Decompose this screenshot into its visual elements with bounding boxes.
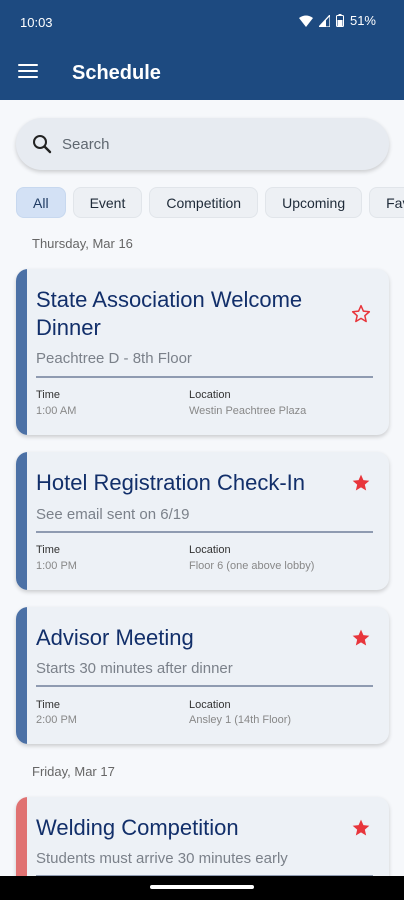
page-title: Schedule	[72, 62, 161, 84]
status-bar: 10:03 51%	[0, 0, 404, 44]
menu-button[interactable]	[16, 60, 40, 84]
star-filled-icon[interactable]	[351, 473, 371, 493]
divider	[36, 685, 373, 687]
search-input[interactable]	[62, 130, 362, 158]
search-bar[interactable]	[16, 118, 389, 170]
status-icons: 51%	[298, 13, 376, 28]
event-card[interactable]: Hotel Registration Check-In See email se…	[16, 452, 389, 590]
status-time: 10:03	[20, 15, 53, 30]
location-value: Ansley 1 (14th Floor)	[189, 714, 292, 726]
event-subtitle: See email sent on 6/19	[36, 506, 190, 523]
chip-event[interactable]: Event	[72, 187, 143, 218]
card-accent	[16, 269, 27, 435]
chip-favorites[interactable]: Favorites	[369, 187, 404, 218]
date-header: Thursday, Mar 16	[32, 236, 133, 251]
location-label: Location	[189, 544, 231, 556]
location-value: Westin Peachtree Plaza	[189, 405, 307, 417]
divider	[36, 376, 373, 378]
event-title: Advisor Meeting	[36, 625, 194, 650]
star-filled-icon[interactable]	[351, 628, 371, 648]
date-header: Friday, Mar 17	[32, 764, 115, 779]
home-handle[interactable]	[150, 885, 254, 889]
event-subtitle: Students must arrive 30 minutes early	[36, 850, 288, 867]
chip-all[interactable]: All	[16, 187, 66, 218]
time-value: 1:00 AM	[36, 405, 77, 417]
event-subtitle: Peachtree D - 8th Floor	[36, 350, 192, 367]
time-label: Time	[36, 699, 61, 711]
location-value: Floor 6 (one above lobby)	[189, 560, 315, 572]
event-title: Hotel Registration Check-In	[36, 470, 306, 495]
search-icon	[33, 135, 52, 154]
event-subtitle: Starts 30 minutes after dinner	[36, 660, 233, 677]
card-accent	[16, 607, 27, 744]
app-bar: Schedule	[0, 44, 404, 100]
star-outline-icon[interactable]	[351, 304, 371, 324]
chip-upcoming[interactable]: Upcoming	[265, 187, 363, 218]
navigation-bar	[0, 876, 404, 900]
time-value: 2:00 PM	[36, 714, 77, 726]
battery-level: 51%	[349, 13, 376, 28]
location-label: Location	[189, 389, 231, 401]
star-filled-icon[interactable]	[351, 818, 371, 838]
event-title: State Association Welcome Dinner	[36, 287, 303, 340]
chip-competition[interactable]: Competition	[149, 187, 259, 218]
location-label: Location	[189, 699, 231, 711]
event-title: Welding Competition	[36, 815, 239, 840]
filter-chips: AllEventCompetitionUpcomingFavorites	[16, 187, 404, 219]
time-label: Time	[36, 544, 61, 556]
time-value: 1:00 PM	[36, 560, 77, 572]
event-card[interactable]: Advisor Meeting Starts 30 minutes after …	[16, 607, 389, 744]
signal-icon	[318, 14, 330, 27]
wifi-icon	[298, 15, 313, 27]
event-card[interactable]: State Association Welcome Dinner Peachtr…	[16, 269, 389, 435]
time-label: Time	[36, 389, 61, 401]
divider	[36, 531, 373, 533]
card-accent	[16, 452, 27, 590]
battery-icon	[335, 14, 344, 27]
